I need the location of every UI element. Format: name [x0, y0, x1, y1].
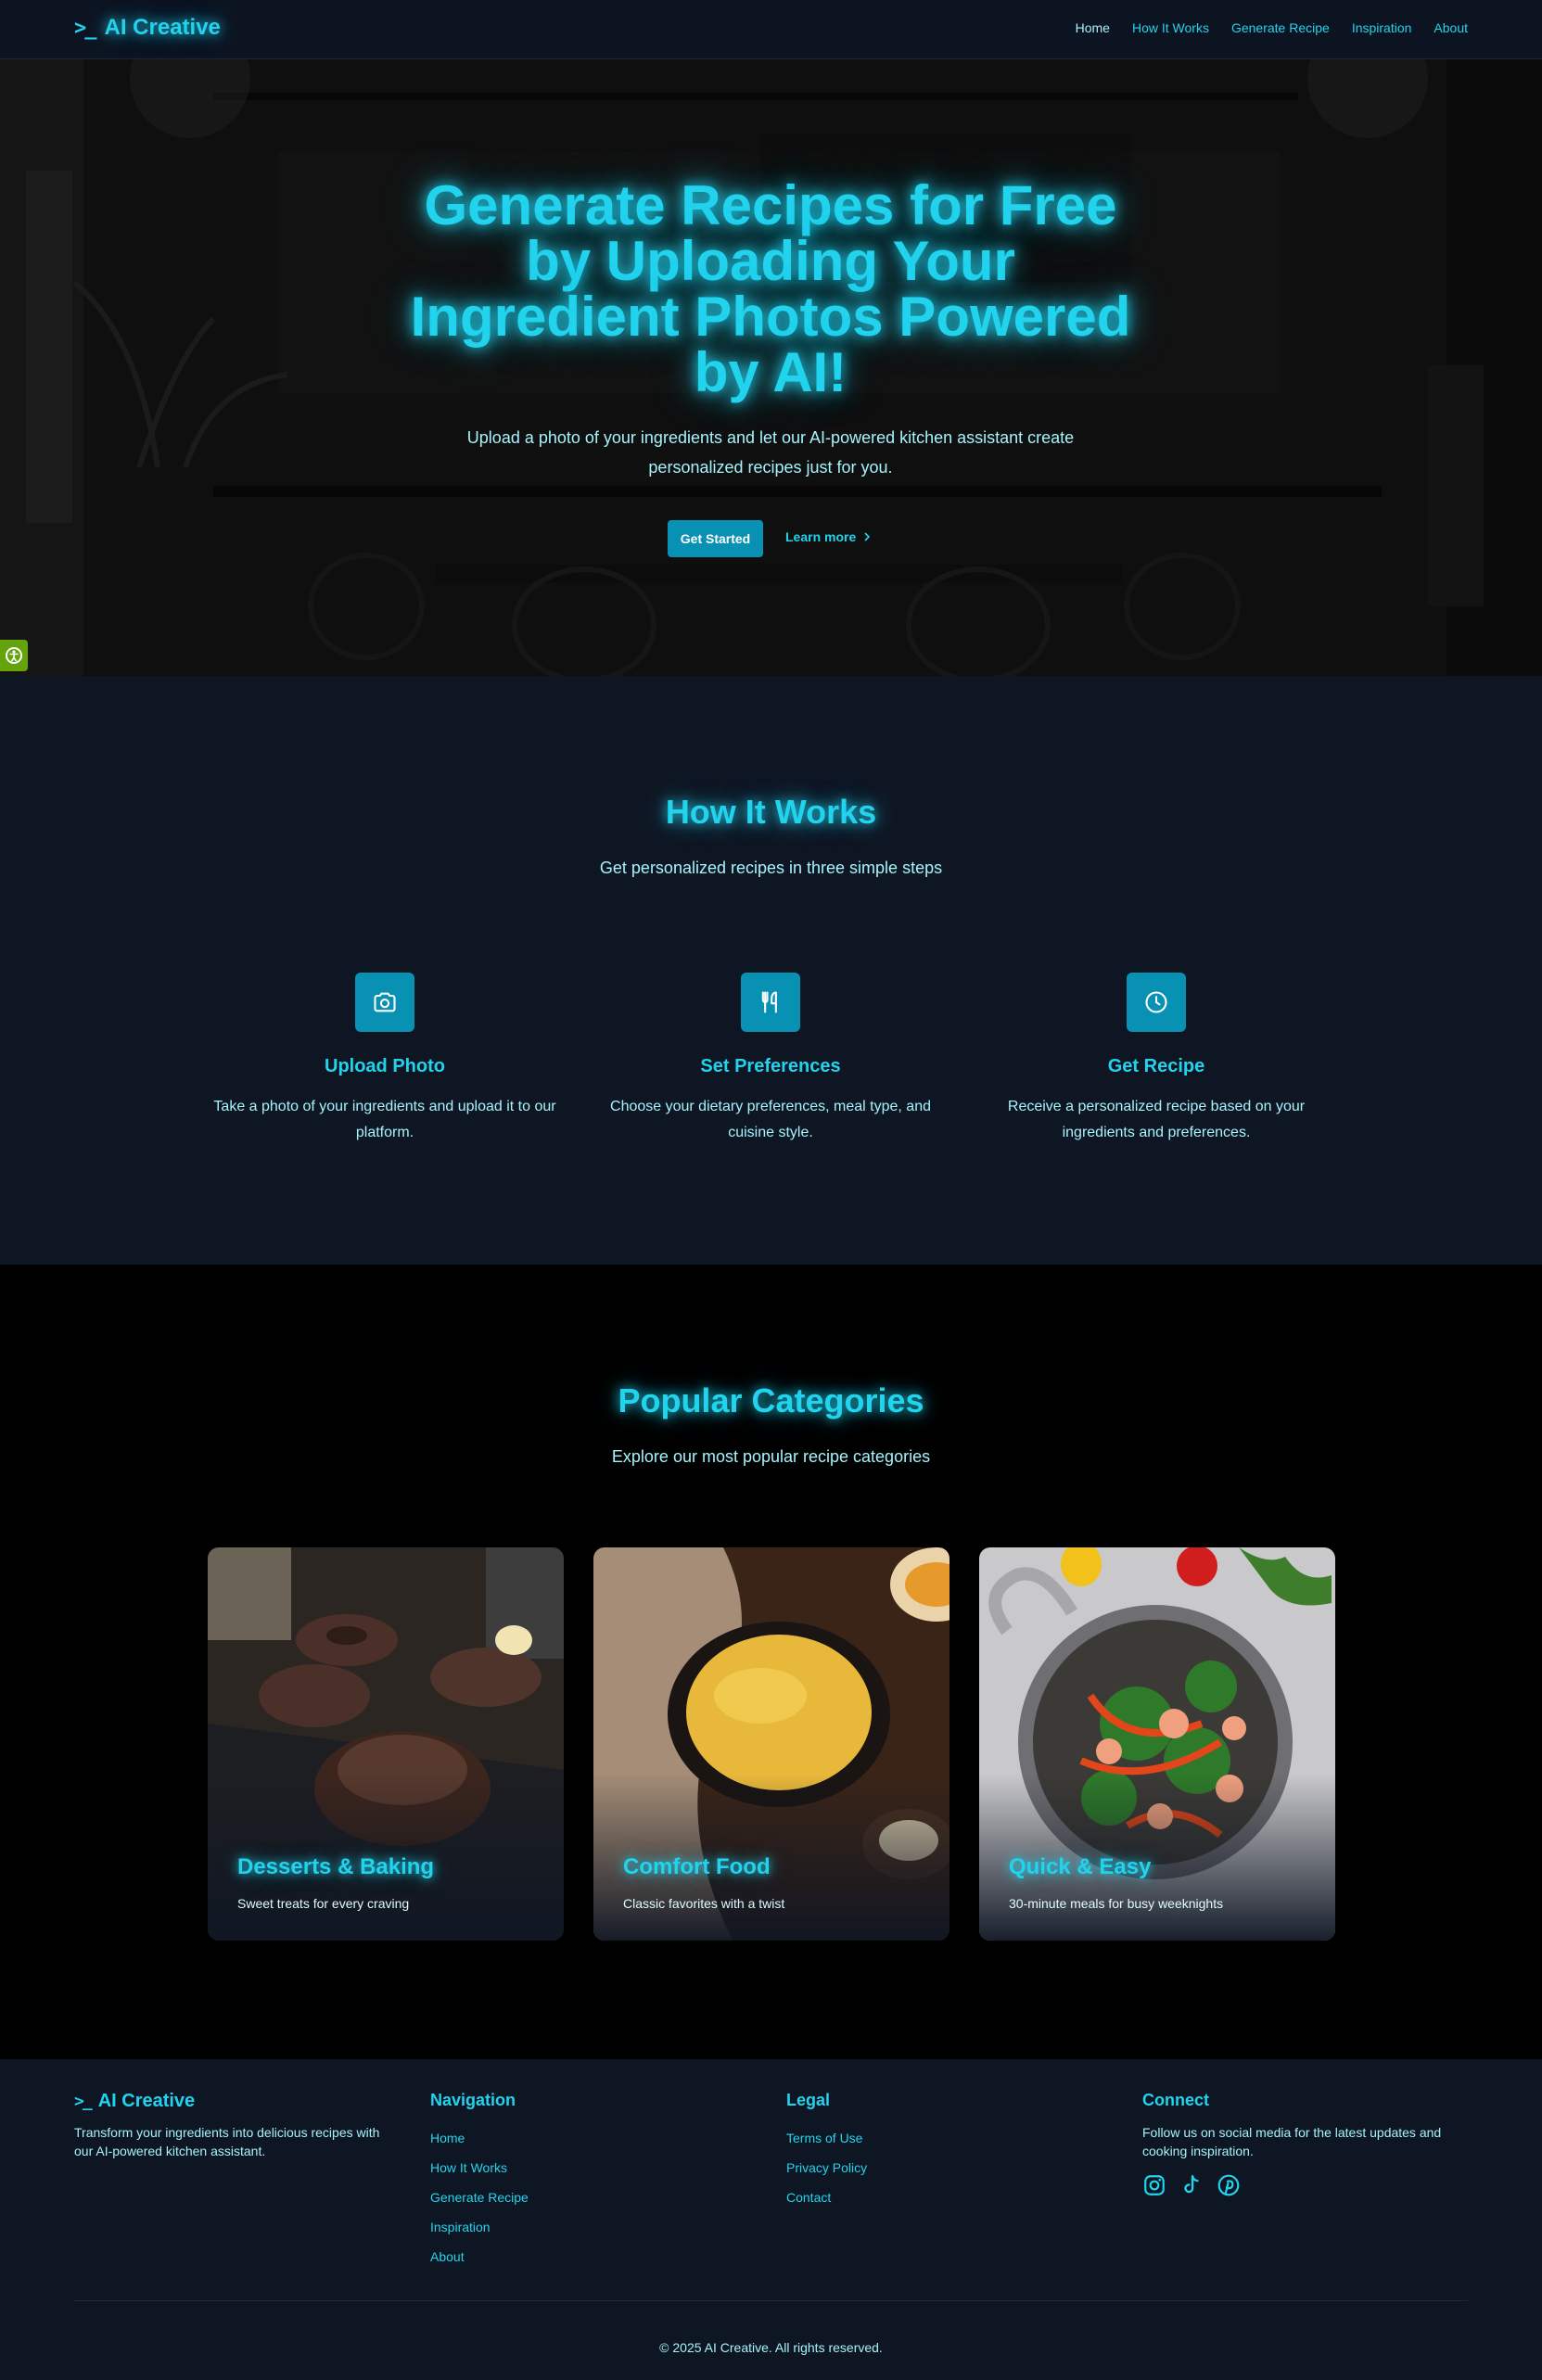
- nav-home[interactable]: Home: [1076, 20, 1110, 35]
- step-set-preferences: Set Preferences Choose your dietary pref…: [594, 973, 947, 1146]
- footer-brand-name: AI Creative: [97, 2091, 196, 2111]
- card-title: Comfort Food: [623, 1854, 771, 1879]
- categories-subtitle: Explore our most popular recipe categori…: [611, 1447, 931, 1466]
- footer-logo[interactable]: >_ AI Creative: [74, 2091, 389, 2112]
- popular-categories-section: Popular Categories Explore our most popu…: [0, 1265, 1542, 2059]
- chevron-right-icon: [864, 532, 871, 541]
- step-get-recipe: Get Recipe Receive a personalized recipe…: [980, 973, 1332, 1146]
- footer-navigation-list: Home How It Works Generate Recipe Inspir…: [430, 2131, 529, 2279]
- step-description: Choose your dietary preferences, meal ty…: [610, 1099, 931, 1140]
- footer-connect-title: Connect: [1142, 2091, 1209, 2109]
- hero-subtitle: Upload a photo of your ingredients and l…: [466, 428, 1075, 477]
- nav-how-it-works[interactable]: How It Works: [1132, 20, 1209, 35]
- nav-inspiration[interactable]: Inspiration: [1352, 20, 1412, 35]
- category-card-quick-easy[interactable]: Quick & Easy 30-minute meals for busy we…: [979, 1547, 1335, 1941]
- step-icon-box: [1127, 973, 1186, 1032]
- footer-link-generate-recipe[interactable]: Generate Recipe: [430, 2190, 529, 2220]
- step-upload-photo: Upload Photo Take a photo of your ingred…: [209, 973, 561, 1146]
- step-description: Receive a personalized recipe based on y…: [1007, 1099, 1306, 1140]
- learn-more-label: Learn more: [785, 529, 857, 544]
- category-card-comfort-food[interactable]: Comfort Food Classic favorites with a tw…: [593, 1547, 949, 1941]
- learn-more-link[interactable]: Learn more: [785, 529, 873, 544]
- card-title: Desserts & Baking: [237, 1854, 435, 1879]
- card-subtitle: Sweet treats for every craving: [237, 1896, 410, 1911]
- tiktok-icon[interactable]: [1179, 2173, 1204, 2197]
- footer-link-terms[interactable]: Terms of Use: [786, 2131, 867, 2160]
- step-icon-box: [355, 973, 414, 1032]
- hero-title: Generate Recipes for Free by Uploading Y…: [410, 174, 1131, 403]
- step-icon-box: [741, 973, 800, 1032]
- footer-legal-column: Legal Terms of Use Privacy Policy Contac…: [786, 2091, 867, 2220]
- nav-generate-recipe[interactable]: Generate Recipe: [1231, 20, 1330, 35]
- footer-navigation-column: Navigation Home How It Works Generate Re…: [430, 2091, 529, 2279]
- pinterest-icon[interactable]: [1217, 2173, 1241, 2197]
- clock-icon: [1145, 991, 1167, 1013]
- nav-about[interactable]: About: [1434, 20, 1468, 35]
- how-it-works-title: How It Works: [665, 793, 877, 831]
- how-it-works-subtitle: Get personalized recipes in three simple…: [599, 859, 943, 877]
- card-title: Quick & Easy: [1009, 1854, 1152, 1879]
- card-subtitle: Classic favorites with a twist: [623, 1896, 785, 1911]
- accessibility-icon: [6, 647, 22, 664]
- copyright-text: © 2025 AI Creative. All rights reserved.: [659, 2340, 883, 2355]
- instagram-icon[interactable]: [1142, 2173, 1166, 2197]
- footer-navigation-title: Navigation: [430, 2091, 516, 2109]
- main-nav: Home How It Works Generate Recipe Inspir…: [1076, 20, 1468, 35]
- footer-brand-text: Transform your ingredients into deliciou…: [74, 2125, 380, 2158]
- footer-link-how-it-works[interactable]: How It Works: [430, 2160, 529, 2190]
- footer-connect-text: Follow us on social media for the latest…: [1142, 2125, 1442, 2158]
- site-header: >_ AI Creative Home How It Works Generat…: [0, 0, 1542, 59]
- accessibility-widget-button[interactable]: [0, 640, 28, 671]
- footer-legal-list: Terms of Use Privacy Policy Contact: [786, 2131, 867, 2220]
- step-description: Take a photo of your ingredients and upl…: [213, 1099, 556, 1140]
- footer-brand-column: >_ AI Creative Transform your ingredient…: [74, 2091, 389, 2160]
- logo[interactable]: >_ AI Creative: [74, 15, 221, 41]
- get-started-button[interactable]: Get Started: [668, 520, 763, 557]
- footer-divider: [74, 2300, 1468, 2301]
- footer-link-inspiration[interactable]: Inspiration: [430, 2220, 529, 2249]
- footer-legal-title: Legal: [786, 2091, 831, 2109]
- site-footer: >_ AI Creative Transform your ingredient…: [0, 2059, 1542, 2380]
- footer-link-contact[interactable]: Contact: [786, 2190, 867, 2220]
- hero-section: Generate Recipes for Free by Uploading Y…: [0, 59, 1542, 676]
- utensils-icon: [761, 991, 777, 1013]
- footer-link-home[interactable]: Home: [430, 2131, 529, 2160]
- footer-link-about[interactable]: About: [430, 2249, 529, 2279]
- footer-link-privacy[interactable]: Privacy Policy: [786, 2160, 867, 2190]
- step-title: Upload Photo: [325, 1056, 445, 1076]
- category-card-desserts[interactable]: Desserts & Baking Sweet treats for every…: [208, 1547, 564, 1941]
- terminal-icon: >_: [74, 16, 96, 40]
- step-title: Get Recipe: [1107, 1056, 1205, 1076]
- social-links: [1142, 2173, 1458, 2197]
- step-title: Set Preferences: [700, 1056, 841, 1076]
- categories-title: Popular Categories: [618, 1381, 924, 1419]
- footer-connect-column: Connect Follow us on social media for th…: [1142, 2091, 1458, 2197]
- brand-name: AI Creative: [104, 15, 221, 40]
- card-subtitle: 30-minute meals for busy weeknights: [1009, 1896, 1224, 1911]
- camera-icon: [374, 992, 396, 1012]
- terminal-icon: >_: [74, 2092, 93, 2111]
- how-it-works-section: How It Works Get personalized recipes in…: [0, 676, 1542, 1265]
